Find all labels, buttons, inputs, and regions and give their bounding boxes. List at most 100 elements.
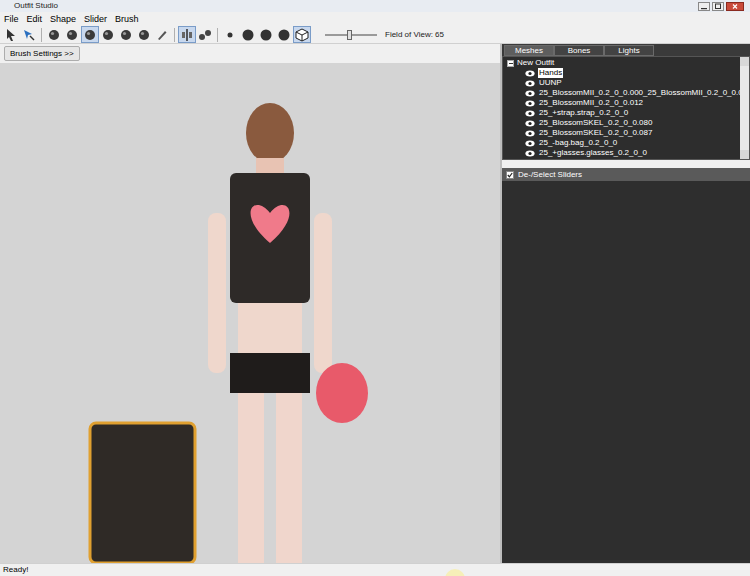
tree-item[interactable]: Hands	[507, 68, 740, 78]
tab[interactable]: Bones	[554, 45, 604, 56]
fov-label: Field of View: 65	[385, 30, 444, 40]
menu-item[interactable]: File	[4, 13, 19, 25]
tree-root[interactable]: New Outfit	[507, 58, 740, 68]
size-dot-icon	[223, 28, 237, 42]
tree-item[interactable]: 25_-bag.bag_0.2_0_0	[507, 138, 740, 148]
window-title: Outfit Studio	[14, 1, 58, 11]
model-render-icon	[70, 63, 430, 563]
tree-item-label: 25_BlossomMII_0.2_0_0.012	[538, 98, 644, 108]
tool-button[interactable]	[45, 26, 63, 43]
menu-item[interactable]: Brush	[115, 13, 139, 25]
eye-icon[interactable]	[525, 140, 535, 147]
eye-icon[interactable]	[525, 100, 535, 107]
size-circle-icon	[241, 28, 255, 42]
transform-icon	[22, 28, 36, 42]
brush-icon	[65, 28, 79, 42]
eye-icon[interactable]	[525, 70, 535, 77]
maximize-icon[interactable]	[712, 2, 724, 11]
tree-item[interactable]: 25_+strap.strap_0.2_0_0	[507, 108, 740, 118]
tool-button[interactable]	[135, 26, 153, 43]
tool-button[interactable]	[117, 26, 135, 43]
tool-button[interactable]	[20, 26, 38, 43]
brush-settings-button[interactable]: Brush Settings >>	[4, 46, 80, 61]
status-bar: Ready!	[0, 563, 750, 576]
tool-group	[38, 26, 171, 43]
tree-item-label: 25_-bag.bag_0.2_0_0	[538, 138, 618, 148]
tree-item-label: 25_+strap.strap_0.2_0_0	[538, 108, 629, 118]
3d-viewport[interactable]	[0, 63, 500, 563]
sliders-checkbox[interactable]	[506, 171, 514, 179]
close-icon[interactable]	[726, 2, 744, 11]
tree-item[interactable]: 25_+glasses.glasses_0.2_0_0	[507, 148, 740, 158]
viewport-pane: Brush Settings >>	[0, 44, 500, 563]
tool-button[interactable]	[81, 26, 99, 43]
connected-icon	[198, 28, 212, 42]
brush-icon	[83, 28, 97, 42]
tree-item[interactable]: 25_BlossomMII_0.2_0_0.000_25_BlossomMII_…	[507, 88, 740, 98]
tree-item-label: 25_BlossomSKEL_0.2_0_0.080	[538, 118, 653, 128]
mirror-icon	[180, 28, 194, 42]
scrollbar[interactable]	[740, 57, 749, 159]
slider-list	[502, 181, 750, 563]
expander-icon[interactable]	[507, 60, 514, 67]
brush-icon	[101, 28, 115, 42]
toolbar: Field of View: 65	[0, 26, 750, 44]
tool-button[interactable]	[63, 26, 81, 43]
tree-item-label: 25_BlossomSKEL_0.2_0_0.087	[538, 128, 653, 138]
tool-button[interactable]	[275, 26, 293, 43]
tree-item[interactable]: UUNP	[507, 78, 740, 88]
tab[interactable]: Lights	[604, 45, 654, 56]
tool-group	[171, 26, 214, 43]
tool-button[interactable]	[293, 26, 311, 43]
tool-button[interactable]	[99, 26, 117, 43]
cube-icon	[295, 28, 309, 42]
eye-icon[interactable]	[525, 80, 535, 87]
tree-item[interactable]: 25_BlossomMII_0.2_0_0.012	[507, 98, 740, 108]
menu-item[interactable]: Slider	[84, 13, 107, 25]
tree-item[interactable]: 25_BlossomSKEL_0.2_0_0.080	[507, 118, 740, 128]
status-text: Ready!	[3, 565, 28, 575]
menu-item[interactable]: Shape	[50, 13, 76, 25]
eye-icon[interactable]	[525, 110, 535, 117]
tool-button[interactable]	[2, 26, 20, 43]
window-controls	[698, 2, 744, 11]
separator	[174, 28, 175, 42]
eye-icon[interactable]	[525, 150, 535, 157]
tree-item-label: UUNP	[538, 78, 563, 88]
sliders-header: De-/Select Sliders	[502, 168, 750, 181]
mesh-tree: New OutfitHandsUUNP25_BlossomMII_0.2_0_0…	[502, 56, 750, 160]
check-icon	[507, 172, 513, 178]
brush-icon	[137, 28, 151, 42]
tab[interactable]: Meshes	[504, 45, 554, 56]
eye-icon[interactable]	[525, 130, 535, 137]
tree-item-label: 25_+glasses.glasses_0.2_0_0	[538, 148, 648, 158]
eye-icon[interactable]	[525, 120, 535, 127]
tool-button[interactable]	[196, 26, 214, 43]
menu-item[interactable]: Edit	[27, 13, 43, 25]
tool-button[interactable]	[153, 26, 171, 43]
brush-icon	[119, 28, 133, 42]
slider-thumb[interactable]	[347, 30, 352, 40]
menu-bar: File Edit Shape Slider Brush	[0, 12, 750, 26]
tool-button[interactable]	[221, 26, 239, 43]
separator	[41, 28, 42, 42]
tree-root-label: New Outfit	[517, 58, 554, 68]
tree-item-label: 25_BlossomMII_0.2_0_0.000_25_BlossomMII_…	[538, 88, 740, 98]
tree-item[interactable]: 25_BlossomSKEL_0.2_0_0.087	[507, 128, 740, 138]
sliders-label: De-/Select Sliders	[518, 170, 582, 180]
brush-settings-row: Brush Settings >>	[0, 44, 500, 63]
eye-icon[interactable]	[525, 90, 535, 97]
select-icon	[4, 28, 18, 42]
tree-item-label: Hands	[538, 68, 563, 78]
side-panel: MeshesBonesLightsNew OutfitHandsUUNP25_B…	[502, 44, 750, 563]
tab-bar: MeshesBonesLights	[502, 44, 750, 56]
title-bar: Outfit Studio	[0, 0, 750, 12]
glow-icon	[445, 569, 465, 576]
tool-button[interactable]	[178, 26, 196, 43]
minimize-icon[interactable]	[698, 2, 710, 11]
fov-slider[interactable]	[325, 29, 377, 41]
tool-button[interactable]	[239, 26, 257, 43]
tree-list: New OutfitHandsUUNP25_BlossomMII_0.2_0_0…	[503, 57, 740, 159]
panel-gap	[502, 160, 750, 168]
tool-button[interactable]	[257, 26, 275, 43]
